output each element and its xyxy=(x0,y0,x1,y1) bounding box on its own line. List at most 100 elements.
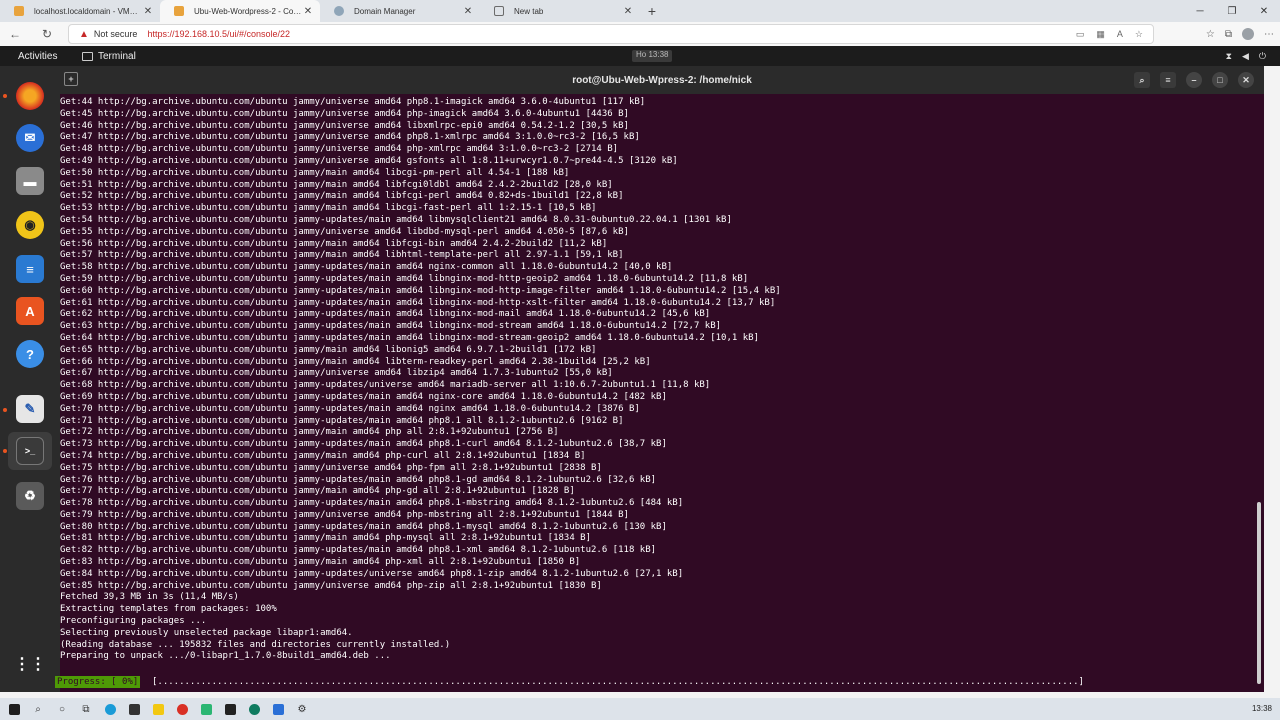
clock[interactable]: Ho 13:38 xyxy=(632,50,673,62)
terminal-icon[interactable]: >_ xyxy=(16,437,44,465)
tab-label: Domain Manager xyxy=(354,6,416,16)
settings-icon[interactable]: ⚙ xyxy=(290,698,314,720)
thunderbird-icon[interactable]: ✉ xyxy=(16,124,44,152)
maximize-icon[interactable]: □ xyxy=(1212,72,1228,88)
close-icon[interactable]: ✕ xyxy=(142,6,154,17)
files-icon[interactable]: ▬ xyxy=(16,167,44,195)
windows-taskbar: ⌕ ○ ⧉ ⚙ 13:38 xyxy=(0,698,1280,720)
terminal-output[interactable]: Get:44 http://bg.archive.ubuntu.com/ubun… xyxy=(60,94,1264,692)
close-icon[interactable]: ✕ xyxy=(1238,72,1254,88)
text-editor-icon[interactable]: ✎ xyxy=(16,395,44,423)
terminal-line: Get:50 http://bg.archive.ubuntu.com/ubun… xyxy=(60,167,570,178)
trash-icon[interactable]: ♻ xyxy=(16,482,44,510)
start-icon[interactable] xyxy=(2,698,26,720)
terminal-line: Get:53 http://bg.archive.ubuntu.com/ubun… xyxy=(60,203,597,214)
explorer-icon[interactable] xyxy=(146,698,170,720)
volume-icon: ◀ xyxy=(1241,50,1249,61)
task-view-icon[interactable]: ⧉ xyxy=(74,698,98,720)
back-icon[interactable]: ← xyxy=(4,23,26,45)
terminal-title: root@Ubu-Web-Wpress-2: /home/nick xyxy=(572,74,752,86)
terminal-line: Get:82 http://bg.archive.ubuntu.com/ubun… xyxy=(60,545,657,556)
terminal-line: Preparing to unpack .../0-libapr1_1.7.0-… xyxy=(60,651,391,662)
tab-new-tab[interactable]: New tab ✕ xyxy=(480,0,640,22)
terminal-line: Get:51 http://bg.archive.ubuntu.com/ubun… xyxy=(60,179,613,190)
url-actions: ▭ ▦ A ☆ xyxy=(1076,29,1143,40)
terminal-app-icon[interactable] xyxy=(218,698,242,720)
system-tray[interactable]: ⧗ ◀ ⏻ xyxy=(1226,51,1266,62)
terminal-scrollbar[interactable] xyxy=(1254,94,1264,692)
new-terminal-tab-button[interactable]: + xyxy=(64,72,78,86)
terminal-line: Get:52 http://bg.archive.ubuntu.com/ubun… xyxy=(60,191,624,202)
terminal-line: Get:59 http://bg.archive.ubuntu.com/ubun… xyxy=(60,273,749,284)
terminal-line: Get:48 http://bg.archive.ubuntu.com/ubun… xyxy=(60,144,619,155)
install-app-icon[interactable]: ▭ xyxy=(1076,29,1085,40)
not-secure-label[interactable]: Not secure xyxy=(94,29,138,39)
app-icon[interactable] xyxy=(194,698,218,720)
minimize-icon[interactable]: ─ xyxy=(1184,0,1216,22)
help-icon[interactable]: ? xyxy=(16,340,44,368)
scroll-thumb[interactable] xyxy=(1257,502,1261,684)
browser-margin xyxy=(1264,66,1280,692)
store-icon[interactable] xyxy=(122,698,146,720)
menu-icon[interactable]: ≡ xyxy=(1160,72,1176,88)
taskbar-clock[interactable]: 13:38 xyxy=(1252,704,1272,713)
terminal-line: Get:77 http://bg.archive.ubuntu.com/ubun… xyxy=(60,486,575,497)
terminal-header: + root@Ubu-Web-Wpress-2: /home/nick ⌕ ≡ … xyxy=(60,66,1264,94)
terminal-app-menu[interactable]: Terminal xyxy=(82,51,136,62)
tab-console[interactable]: Ubu-Web-Wordpress-2 - Console ✕ xyxy=(160,0,320,22)
app-center-icon[interactable]: A xyxy=(16,297,44,325)
close-icon[interactable]: ✕ xyxy=(622,6,634,17)
favorite-icon[interactable]: ☆ xyxy=(1135,29,1143,40)
terminal-line: (Reading database ... 195832 files and d… xyxy=(60,639,451,650)
close-window-icon[interactable]: ✕ xyxy=(1248,0,1280,22)
restore-icon[interactable]: ❐ xyxy=(1216,0,1248,22)
writer-icon[interactable]: ≡ xyxy=(16,255,44,283)
rhythmbox-icon[interactable]: ◉ xyxy=(16,211,44,239)
terminal-line: Get:73 http://bg.archive.ubuntu.com/ubun… xyxy=(60,439,667,450)
new-tab-icon xyxy=(494,6,504,16)
edge-icon[interactable] xyxy=(98,698,122,720)
progress-label: Progress: [ 0%] xyxy=(55,676,141,688)
browser-tab-bar: localhost.localdomain - VMware ✕ Ubu-Web… xyxy=(0,0,1280,22)
close-icon[interactable]: ✕ xyxy=(462,6,474,17)
collections-icon[interactable]: ⧉ xyxy=(1225,29,1232,40)
terminal-icon xyxy=(82,51,93,61)
terminal-line: Get:69 http://bg.archive.ubuntu.com/ubun… xyxy=(60,391,667,402)
url-field[interactable]: ▲ Not secure https://192.168.10.5/ui/#/c… xyxy=(68,24,1154,44)
minimize-icon[interactable]: – xyxy=(1186,72,1202,88)
warning-icon: ▲ xyxy=(79,28,89,40)
terminal-line: Get:55 http://bg.archive.ubuntu.com/ubun… xyxy=(60,226,629,237)
terminal-line: Get:65 http://bg.archive.ubuntu.com/ubun… xyxy=(60,344,597,355)
new-tab-button[interactable]: + xyxy=(640,0,664,22)
terminal-line: Get:44 http://bg.archive.ubuntu.com/ubun… xyxy=(60,97,646,107)
terminal-line: Get:45 http://bg.archive.ubuntu.com/ubun… xyxy=(60,108,629,119)
close-icon[interactable]: ✕ xyxy=(302,6,314,17)
terminal-line: Get:60 http://bg.archive.ubuntu.com/ubun… xyxy=(60,285,781,296)
progress-bar: [.......................................… xyxy=(152,677,1084,687)
cortana-icon[interactable]: ○ xyxy=(50,698,74,720)
terminal-line: Preconfiguring packages ... xyxy=(60,616,207,627)
browser-icon[interactable] xyxy=(242,698,266,720)
window-controls: ─ ❐ ✕ xyxy=(1184,0,1280,22)
terminal-line: Get:62 http://bg.archive.ubuntu.com/ubun… xyxy=(60,309,711,320)
reload-icon[interactable]: ↻ xyxy=(36,23,58,45)
read-aloud-icon[interactable]: A xyxy=(1117,29,1123,40)
show-apps-icon[interactable]: ⋮⋮ xyxy=(14,650,46,678)
avatar[interactable] xyxy=(1242,28,1254,40)
chrome-icon[interactable] xyxy=(170,698,194,720)
ubuntu-dock: ✉ ▬ ◉ ≡ A ? ✎ >_ ♻ ⋮⋮ xyxy=(0,66,60,692)
search-icon[interactable]: ⌕ xyxy=(26,698,50,720)
activities-button[interactable]: Activities xyxy=(0,51,82,62)
tab-domain-manager[interactable]: Domain Manager ✕ xyxy=(320,0,480,22)
tab-vmware[interactable]: localhost.localdomain - VMware ✕ xyxy=(0,0,160,22)
chromium-icon[interactable] xyxy=(16,82,44,110)
terminal-line: Get:68 http://bg.archive.ubuntu.com/ubun… xyxy=(60,380,711,391)
favorites-icon[interactable]: ☆ xyxy=(1206,29,1215,40)
grid-icon[interactable]: ▦ xyxy=(1096,29,1105,40)
running-indicator xyxy=(3,408,7,412)
search-icon[interactable]: ⌕ xyxy=(1134,72,1150,88)
terminal-window[interactable]: + root@Ubu-Web-Wpress-2: /home/nick ⌕ ≡ … xyxy=(55,66,1264,692)
more-icon[interactable]: ⋯ xyxy=(1264,29,1274,40)
url-text[interactable]: https://192.168.10.5/ui/#/console/22 xyxy=(147,29,290,39)
rdp-icon[interactable] xyxy=(266,698,290,720)
